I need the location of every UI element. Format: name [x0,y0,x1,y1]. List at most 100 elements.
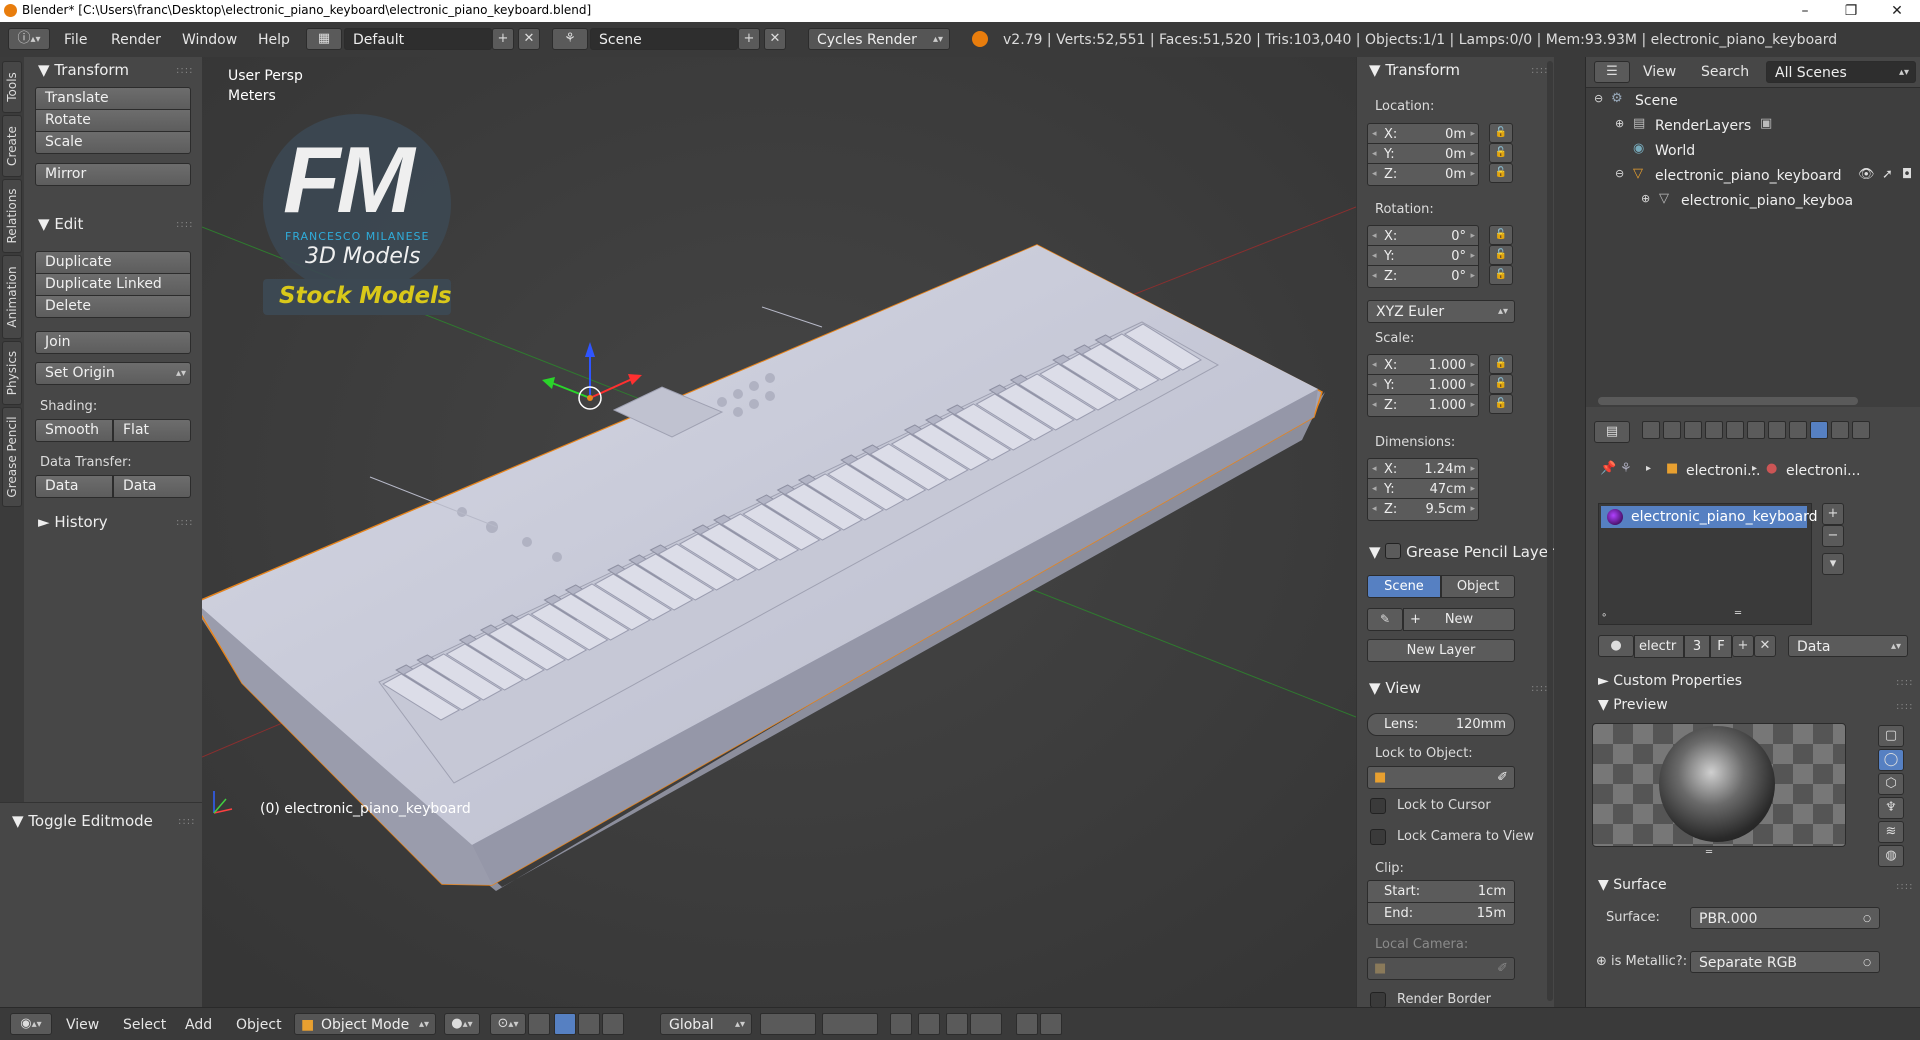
preview-header[interactable]: ▼ Preview [1598,697,1668,713]
delete-button[interactable]: Delete [35,295,191,318]
rotation-mode-dropdown[interactable]: XYZ Euler ▴▾ [1367,300,1515,323]
properties-editor-icon[interactable]: ▤ [1594,421,1630,443]
decrement-arrow-icon[interactable]: ◂ [1372,395,1377,416]
increment-arrow-icon[interactable]: ▸ [1470,164,1475,185]
preview-resize-icon[interactable]: ═ [1706,847,1712,858]
snap-element-icon[interactable] [970,1013,1002,1035]
increment-arrow-icon[interactable]: ▸ [1470,479,1475,500]
panel-grip-icon[interactable]: :::: [1896,677,1913,688]
decrement-arrow-icon[interactable]: ◂ [1372,164,1377,185]
snap-icon[interactable] [946,1013,968,1035]
lock-camera-layers-icon[interactable] [890,1013,912,1035]
dimensions-z-field[interactable]: ◂ Z: 9.5cm ▸ [1367,498,1479,521]
props-tab-modifiers-icon[interactable] [1768,421,1786,439]
data-layout-button[interactable]: Data Layo [113,475,191,498]
edit-panel-header[interactable]: ▼ Edit [38,215,83,233]
increment-arrow-icon[interactable]: ▸ [1470,395,1475,416]
list-resize-icon[interactable]: ∘ [1601,610,1607,621]
tab-tools[interactable]: Tools [2,61,22,113]
props-tab-physics-icon[interactable] [1852,421,1870,439]
clip-start-field[interactable]: Start: 1cm [1367,880,1515,903]
lock-object-field[interactable]: ■ ✐ [1367,766,1515,789]
collapse-icon[interactable]: ⊖ [1615,167,1624,180]
props-tab-object-icon[interactable] [1726,421,1744,439]
props-tab-render-icon[interactable] [1642,421,1660,439]
menu-object[interactable]: Object [236,1017,282,1033]
material-name-field[interactable]: electr [1634,635,1684,658]
lock-icon[interactable]: 🔓 [1489,265,1513,285]
n-transform-header[interactable]: ▼ Transform [1369,61,1460,79]
scale-button[interactable]: Scale [35,131,191,154]
scene-field[interactable]: Scene [590,28,738,50]
decrement-arrow-icon[interactable]: ◂ [1372,375,1377,396]
preview-sky-icon[interactable]: ◍ [1878,845,1904,867]
scale-manipulator-icon[interactable] [602,1013,624,1035]
transform-panel-header[interactable]: ▼ Transform [38,61,129,79]
duplicate-button[interactable]: Duplicate [35,251,191,274]
local-camera-field[interactable]: ■ ✐ [1367,957,1515,980]
panel-grip-icon[interactable]: :::: [178,816,195,827]
lock-icon[interactable]: 🔓 [1489,143,1513,163]
panel-grip-icon[interactable]: :::: [176,65,193,76]
link-mode-dropdown[interactable]: Data ▴▾ [1788,635,1908,657]
tab-relations[interactable]: Relations [2,179,22,253]
rotate-manipulator-icon[interactable] [578,1013,600,1035]
screen-layout-icon[interactable]: ▦ [306,28,342,50]
tab-animation[interactable]: Animation [2,255,22,339]
outliner-row-world[interactable]: ◉ World [1586,139,1920,164]
menu-help[interactable]: Help [258,32,290,48]
menu-file[interactable]: File [64,32,87,48]
outliner-scrollbar[interactable] [1598,397,1858,405]
grease-scene-tab[interactable]: Scene [1367,575,1441,598]
lock-icon[interactable]: 🔓 [1489,225,1513,245]
expand-icon[interactable]: ⊕ [1615,117,1624,130]
outliner-row-scene[interactable]: ⊖ ⚙ Scene [1586,89,1920,114]
menu-add[interactable]: Add [185,1017,212,1033]
history-panel-header[interactable]: ► History [38,513,108,531]
panel-grip-icon[interactable]: :::: [1896,881,1913,892]
panel-grip-icon[interactable]: :::: [1531,683,1548,694]
translate-manipulator-icon[interactable] [554,1013,576,1035]
browse-material-icon[interactable]: ● [1598,635,1634,657]
remove-material-slot-icon[interactable]: − [1822,525,1844,547]
unlink-material-icon[interactable]: ✕ [1754,635,1776,657]
decrement-arrow-icon[interactable]: ◂ [1372,499,1377,520]
panel-grip-icon[interactable]: :::: [1531,65,1548,76]
menu-view[interactable]: View [66,1017,99,1033]
mirror-button[interactable]: Mirror [35,163,191,186]
layers-row-2-icon[interactable] [822,1013,878,1035]
preview-monkey-icon[interactable]: ♆ [1878,797,1904,819]
outliner-row-object[interactable]: ⊖ ▽ electronic_piano_keyboard 👁 ➚ ◘ [1586,164,1920,189]
rotate-button[interactable]: Rotate [35,109,191,132]
breadcrumb-object[interactable]: electroni... [1686,463,1760,479]
pin-icon[interactable]: 📌 [1600,461,1616,476]
new-material-icon[interactable]: + [1732,635,1754,657]
duplicate-linked-button[interactable]: Duplicate Linked [35,273,191,296]
increment-arrow-icon[interactable]: ▸ [1470,355,1475,376]
preview-sphere-icon[interactable]: ◯ [1878,749,1904,771]
props-tab-texture-icon[interactable] [1831,421,1849,439]
props-tab-world-icon[interactable] [1705,421,1723,439]
increment-arrow-icon[interactable]: ▸ [1470,459,1475,480]
outliner-row-renderlayers[interactable]: ⊕ ▤ RenderLayers ▣ [1586,114,1920,139]
selectable-cursor-icon[interactable]: ➚ [1882,167,1893,182]
smooth-button[interactable]: Smooth [35,419,113,442]
decrement-arrow-icon[interactable]: ◂ [1372,459,1377,480]
tab-grease-pencil[interactable]: Grease Pencil [2,407,22,507]
join-button[interactable]: Join [35,331,191,354]
data-transfer-button[interactable]: Data [35,475,113,498]
decrement-arrow-icon[interactable]: ◂ [1372,226,1377,247]
flat-button[interactable]: Flat [113,419,191,442]
scale-z-field[interactable]: ◂ Z: 1.000 ▸ [1367,394,1479,417]
decrement-arrow-icon[interactable]: ◂ [1372,124,1377,145]
props-tab-constraints-icon[interactable] [1747,421,1765,439]
material-users-count[interactable]: 3 [1684,635,1710,658]
remove-scene-icon[interactable]: ✕ [764,28,786,50]
lock-icon[interactable]: 🔓 [1489,374,1513,394]
props-tab-material-icon[interactable] [1810,421,1828,439]
outliner-filter-dropdown[interactable]: All Scenes ▴▾ [1766,61,1916,83]
material-slot-row[interactable]: electronic_piano_keyboard [1601,506,1818,528]
translate-button[interactable]: Translate [35,87,191,110]
tab-physics[interactable]: Physics [2,341,22,405]
panel-grip-icon[interactable]: :::: [176,219,193,230]
